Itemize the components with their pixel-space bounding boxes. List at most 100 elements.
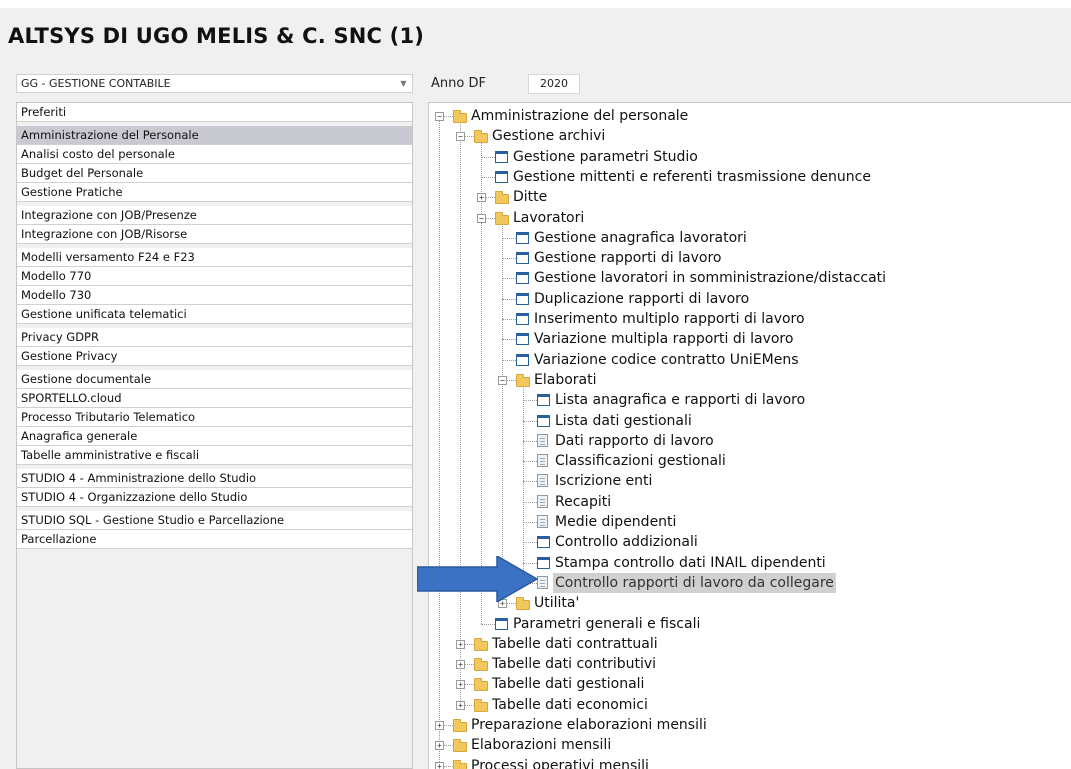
menu-item-gestione-documentale[interactable]: Gestione documentale (17, 370, 412, 389)
tree-node-label: Iscrizione enti (555, 473, 653, 490)
menu-item-sportello-cloud[interactable]: SPORTELLO.cloud (17, 389, 412, 408)
tree-node-dati-rapporto-di-lavoro[interactable]: Dati rapporto di lavoro (429, 431, 1069, 451)
tree-node-controllo-addizionali[interactable]: Controllo addizionali (429, 532, 1069, 552)
anno-input[interactable]: 2020 (528, 74, 580, 94)
expand-icon[interactable]: + (435, 741, 444, 751)
tree-node-gestione-parametri-studio[interactable]: Gestione parametri Studio (429, 147, 1069, 167)
menu-item-anagrafica-generale[interactable]: Anagrafica generale (17, 427, 412, 446)
collapse-icon[interactable]: − (477, 213, 486, 223)
menu-item-modello-770[interactable]: Modello 770 (17, 267, 412, 286)
menu-item-parcellazione[interactable]: Parcellazione (17, 530, 412, 549)
tree-node-tabelle-dati-gestionali[interactable]: + Tabelle dati gestionali (429, 674, 1069, 694)
collapse-icon[interactable]: − (498, 375, 507, 385)
menu-item-modello-730[interactable]: Modello 730 (17, 286, 412, 305)
form-icon (495, 617, 508, 630)
menu-item-studio-sql[interactable]: STUDIO SQL - Gestione Studio e Parcellaz… (17, 511, 412, 530)
menu-item-gestione-privacy[interactable]: Gestione Privacy (17, 347, 412, 366)
tree-node-label: Gestione archivi (492, 128, 606, 145)
tree-node-variazione-multipla-rapporti-di-lavoro[interactable]: Variazione multipla rapporti di lavoro (429, 329, 1069, 349)
tree-node-tabelle-dati-economici[interactable]: + Tabelle dati economici (429, 695, 1069, 715)
menu-item-studio4-amministrazione[interactable]: STUDIO 4 - Amministrazione dello Studio (17, 469, 412, 488)
expand-icon[interactable]: + (477, 193, 486, 203)
tree-node-processi-operativi-mensili[interactable]: + Processi operativi mensili (429, 756, 1069, 769)
tree-node-amministrazione-del-personale[interactable]: − Amministrazione del personale (429, 106, 1069, 126)
menu-item-job-presenze[interactable]: Integrazione con JOB/Presenze (17, 206, 412, 225)
report-icon (537, 474, 548, 488)
menu-item-telematici[interactable]: Gestione unificata telematici (17, 305, 412, 324)
tree-node-gestione-mittenti-e-referenti-trasmissione-denunce[interactable]: Gestione mittenti e referenti trasmissio… (429, 167, 1069, 187)
tree-node-elaborazioni-mensili[interactable]: + Elaborazioni mensili (429, 735, 1069, 755)
module-select[interactable]: GG - GESTIONE CONTABILE ▼ (16, 74, 413, 93)
menu-tree: − Amministrazione del personale − Gestione … (428, 102, 1071, 769)
form-icon (516, 333, 529, 346)
form-icon (495, 150, 508, 163)
menu-item-amministrazione-personale[interactable]: Amministrazione del Personale (17, 126, 412, 145)
chevron-down-icon[interactable]: ▼ (395, 75, 412, 92)
report-icon (537, 515, 548, 528)
collapse-icon[interactable]: − (456, 132, 465, 142)
menu-item-gestione-pratiche[interactable]: Gestione Pratiche (17, 183, 412, 202)
tree-node-label: Tabelle dati economici (492, 696, 648, 713)
tree-node-label: Processi operativi mensili (471, 757, 649, 769)
menu-item-preferiti[interactable]: Preferiti (17, 103, 412, 122)
tree-node-label: Dati rapporto di lavoro (555, 432, 714, 449)
folder-icon (516, 373, 530, 387)
tree-node-recapiti[interactable]: Recapiti (429, 492, 1069, 512)
menu-item-job-risorse[interactable]: Integrazione con JOB/Risorse (17, 225, 412, 244)
tree-node-label: Preparazione elaborazioni mensili (471, 717, 707, 733)
expand-icon[interactable]: + (435, 721, 444, 730)
tree-node-lavoratori[interactable]: − Lavoratori (429, 208, 1069, 228)
form-icon (537, 536, 550, 549)
tree-node-classificazioni-gestionali[interactable]: Classificazioni gestionali (429, 451, 1069, 471)
tree-node-label: Inserimento multiplo rapporti di lavoro (534, 311, 805, 327)
tree-node-label: Lavoratori (513, 209, 585, 226)
folder-icon (453, 110, 467, 123)
tree-node-lista-anagrafica-e-rapporti-di-lavoro[interactable]: Lista anagrafica e rapporti di lavoro (429, 390, 1069, 410)
folder-icon (453, 719, 467, 732)
tree-node-inserimento-multiplo-rapporti-di-lavoro[interactable]: Inserimento multiplo rapporti di lavoro (429, 309, 1069, 329)
collapse-icon[interactable]: − (435, 112, 444, 121)
tree-node-label: Tabelle dati gestionali (492, 676, 645, 693)
tree-node-label: Tabelle dati contributivi (492, 656, 657, 673)
tree-node-gestione-anagrafica-lavoratori[interactable]: Gestione anagrafica lavoratori (429, 228, 1069, 248)
menu-item-budget-personale[interactable]: Budget del Personale (17, 164, 412, 183)
folder-icon (495, 191, 509, 205)
form-icon (516, 252, 529, 265)
tree-node-preparazione-elaborazioni-mensili[interactable]: + Preparazione elaborazioni mensili (429, 715, 1069, 735)
menu-item-privacy-gdpr[interactable]: Privacy GDPR (17, 328, 412, 347)
tree-node-elaborati[interactable]: − Elaborati (429, 370, 1069, 390)
form-icon (537, 414, 550, 427)
tree-node-label: Utilita' (534, 595, 580, 612)
tree-node-ditte[interactable]: + Ditte (429, 187, 1069, 207)
folder-icon (453, 739, 467, 753)
menu-item-f24-f23[interactable]: Modelli versamento F24 e F23 (17, 248, 412, 267)
menu-item-processo-tributario[interactable]: Processo Tributario Telematico (17, 408, 412, 427)
tree-node-label: Elaborazioni mensili (471, 737, 612, 754)
tree-node-iscrizione-enti[interactable]: Iscrizione enti (429, 471, 1069, 491)
expand-icon[interactable]: + (456, 700, 465, 710)
expand-icon[interactable]: + (456, 639, 465, 649)
tree-node-tabelle-dati-contrattuali[interactable]: + Tabelle dati contrattuali (429, 634, 1069, 654)
tree-node-medie-dipendenti[interactable]: Medie dipendenti (429, 512, 1069, 532)
tree-node-label: Gestione anagrafica lavoratori (534, 229, 747, 246)
expand-icon[interactable]: + (456, 680, 465, 690)
tree-node-gestione-lavoratori-in-somministrazione-distaccati[interactable]: Gestione lavoratori in somministrazione/… (429, 268, 1069, 288)
tree-node-label: Gestione mittenti e referenti trasmissio… (513, 168, 871, 185)
menu-item-studio4-organizzazione[interactable]: STUDIO 4 - Organizzazione dello Studio (17, 488, 412, 507)
report-icon (537, 454, 548, 468)
tree-node-label: Lista anagrafica e rapporti di lavoro (555, 392, 806, 409)
tree-node-label: Variazione multipla rapporti di lavoro (534, 331, 794, 348)
tree-node-variazione-codice-contratto-uniemens[interactable]: Variazione codice contratto UniEMens (429, 350, 1069, 370)
tree-node-duplicazione-rapporti-di-lavoro[interactable]: Duplicazione rapporti di lavoro (429, 289, 1069, 309)
tree-node-parametri-generali-e-fiscali[interactable]: Parametri generali e fiscali (429, 614, 1069, 634)
tree-node-label: Lista dati gestionali (555, 412, 692, 429)
menu-item-analisi-costo[interactable]: Analisi costo del personale (17, 145, 412, 164)
expand-icon[interactable]: + (435, 761, 444, 769)
tree-node-gestione-rapporti-di-lavoro[interactable]: Gestione rapporti di lavoro (429, 248, 1069, 268)
menu-item-tabelle-amministrative[interactable]: Tabelle amministrative e fiscali (17, 446, 412, 465)
tree-node-tabelle-dati-contributivi[interactable]: + Tabelle dati contributivi (429, 654, 1069, 674)
expand-icon[interactable]: + (456, 660, 465, 670)
tree-node-label: Amministrazione del personale (471, 108, 689, 124)
tree-node-gestione-archivi[interactable]: − Gestione archivi (429, 126, 1069, 146)
tree-node-lista-dati-gestionali[interactable]: Lista dati gestionali (429, 411, 1069, 431)
